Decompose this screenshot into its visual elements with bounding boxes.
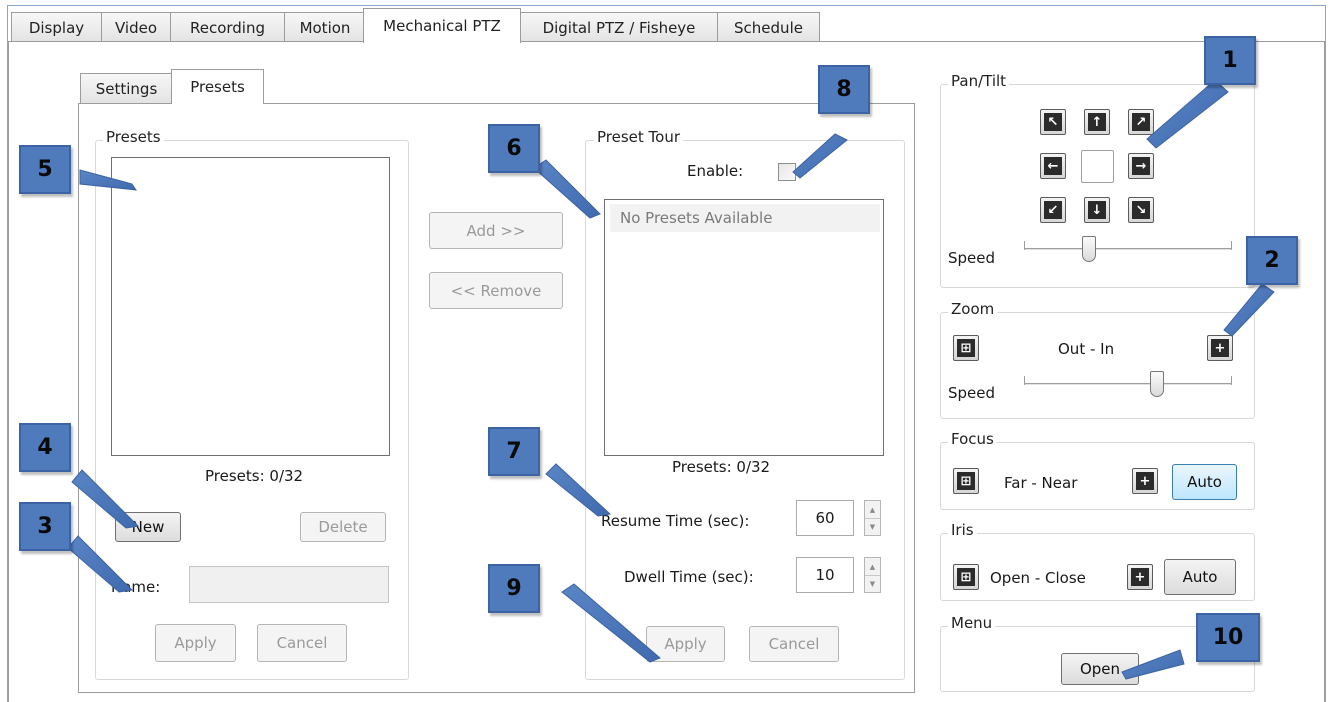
delete-button[interactable]: Delete	[300, 512, 386, 542]
callout-2: 2	[1246, 236, 1298, 285]
tab-digital-ptz-fisheye[interactable]: Digital PTZ / Fisheye	[520, 12, 718, 42]
arrow-down-right-icon[interactable]: ↘	[1128, 197, 1154, 223]
subtab-presets[interactable]: Presets	[171, 69, 264, 104]
tab-recording[interactable]: Recording	[170, 12, 285, 42]
pan-tilt-speed-slider[interactable]	[1082, 236, 1097, 262]
preset-tour-group-title: Preset Tour	[594, 128, 684, 146]
callout-1: 1	[1204, 36, 1256, 85]
tab-mechanical-ptz[interactable]: Mechanical PTZ	[363, 8, 521, 43]
add-button[interactable]: Add >>	[429, 212, 563, 249]
presets-cancel-button[interactable]: Cancel	[257, 624, 347, 662]
presets-apply-button[interactable]: Apply	[155, 624, 236, 662]
tab-motion[interactable]: Motion	[284, 12, 366, 42]
focus-group-title: Focus	[948, 430, 997, 448]
center-button[interactable]	[1081, 150, 1114, 183]
arrow-left-icon[interactable]: ←	[1040, 153, 1066, 179]
no-presets-text: No Presets Available	[610, 204, 880, 232]
dwell-time-label: Dwell Time (sec):	[624, 568, 754, 586]
callout-7: 7	[488, 427, 540, 476]
arrow-up-right-icon[interactable]: ↗	[1128, 109, 1154, 135]
tab-display[interactable]: Display	[11, 12, 102, 42]
subtab-settings[interactable]: Settings	[80, 73, 173, 103]
spin-up-icon[interactable]: ▲	[865, 501, 880, 518]
iris-open-icon[interactable]: ⊞	[953, 564, 979, 590]
resume-time-field[interactable]: 60	[796, 500, 854, 536]
arrow-up-icon[interactable]: ↑	[1084, 109, 1110, 135]
slider-tick	[1024, 241, 1025, 250]
zoom-speed-label: Speed	[948, 384, 996, 402]
zoom-group-title: Zoom	[948, 300, 998, 318]
presets-group-title: Presets	[103, 128, 164, 146]
zoom-group	[940, 312, 1255, 419]
zoom-out-icon[interactable]: ⊞	[953, 335, 979, 361]
focus-range-label: Far - Near	[1004, 474, 1078, 492]
tour-cancel-button[interactable]: Cancel	[749, 626, 839, 662]
resume-time-label: Resume Time (sec):	[601, 512, 750, 530]
dwell-time-spinner[interactable]: ▲ ▼	[864, 557, 881, 593]
iris-group-title: Iris	[948, 521, 977, 539]
zoom-speed-track[interactable]	[1024, 383, 1232, 386]
tab-video[interactable]: Video	[101, 12, 171, 42]
preset-tour-count: Presets: 0/32	[672, 458, 771, 476]
zoom-range-label: Out - In	[1058, 340, 1115, 358]
arrow-down-left-icon[interactable]: ↙	[1040, 197, 1066, 223]
spin-up-icon[interactable]: ▲	[865, 558, 880, 575]
slider-tick	[1231, 241, 1232, 250]
arrow-down-icon[interactable]: ↓	[1084, 197, 1110, 223]
callout-4: 4	[19, 423, 71, 472]
callout-6: 6	[488, 124, 540, 173]
callout-3: 3	[19, 502, 71, 551]
preset-tour-list[interactable]	[604, 199, 884, 456]
callout-9: 9	[488, 564, 540, 613]
slider-tick	[1231, 376, 1232, 385]
focus-far-icon[interactable]: ⊞	[953, 468, 979, 494]
iris-auto-button[interactable]: Auto	[1164, 559, 1236, 595]
callout-8: 8	[818, 65, 870, 114]
enable-checkbox[interactable]	[778, 163, 796, 181]
new-button[interactable]: New	[115, 512, 181, 542]
zoom-speed-slider[interactable]	[1150, 371, 1165, 397]
menu-open-button[interactable]: Open	[1061, 653, 1139, 685]
zoom-in-icon[interactable]: +	[1207, 335, 1233, 361]
spin-down-icon[interactable]: ▼	[865, 575, 880, 592]
arrow-up-left-icon[interactable]: ↖	[1040, 109, 1066, 135]
slider-tick	[1024, 376, 1025, 385]
focus-auto-button[interactable]: Auto	[1172, 464, 1237, 500]
presets-count: Presets: 0/32	[205, 467, 304, 485]
focus-near-icon[interactable]: +	[1132, 468, 1158, 494]
pan-tilt-speed-label: Speed	[948, 249, 996, 267]
dwell-time-field[interactable]: 10	[796, 557, 854, 593]
enable-label: Enable:	[687, 162, 744, 180]
resume-time-spinner[interactable]: ▲ ▼	[864, 500, 881, 536]
remove-button[interactable]: << Remove	[429, 272, 563, 309]
iris-close-icon[interactable]: +	[1127, 564, 1153, 590]
tour-apply-button[interactable]: Apply	[646, 626, 725, 662]
pan-tilt-speed-track[interactable]	[1024, 248, 1232, 251]
pan-tilt-group-title: Pan/Tilt	[948, 72, 1010, 90]
iris-range-label: Open - Close	[990, 569, 1086, 587]
tab-schedule[interactable]: Schedule	[717, 12, 820, 42]
arrow-right-icon[interactable]: →	[1128, 153, 1154, 179]
callout-5: 5	[19, 145, 71, 194]
name-label: Name:	[111, 578, 161, 596]
presets-list[interactable]	[111, 157, 390, 456]
callout-10: 10	[1196, 613, 1260, 662]
menu-group-title: Menu	[948, 614, 996, 632]
spin-down-icon[interactable]: ▼	[865, 518, 880, 535]
name-field[interactable]	[189, 566, 389, 603]
